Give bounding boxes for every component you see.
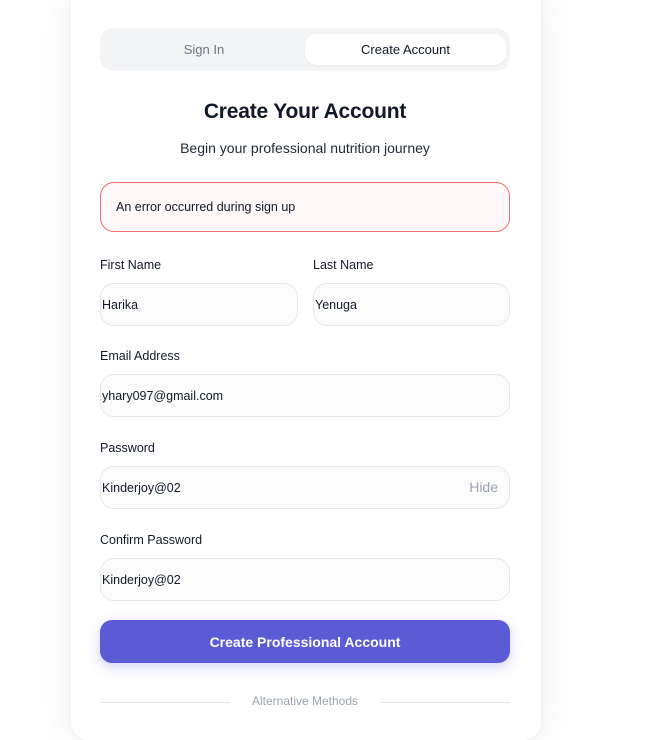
create-account-button[interactable]: Create Professional Account <box>100 620 510 663</box>
password-label: Password <box>100 441 155 455</box>
email-label: Email Address <box>100 349 180 363</box>
email-field[interactable]: yhary097@gmail.com <box>100 374 510 417</box>
last-name-label: Last Name <box>313 258 374 272</box>
error-message: An error occurred during sign up <box>116 200 296 214</box>
auth-tabs: Sign In Create Account <box>100 28 510 71</box>
error-alert: An error occurred during sign up <box>100 182 510 232</box>
first-name-label: First Name <box>100 258 162 272</box>
divider-label: Alternative Methods <box>251 694 359 708</box>
page-subtitle: Begin your professional nutrition journe… <box>180 140 430 156</box>
last-name-field[interactable]: Yenuga <box>313 283 510 326</box>
last-name-value: Yenuga <box>315 297 357 312</box>
confirm-password-field[interactable]: Kinderjoy@02 <box>100 558 510 601</box>
confirm-password-label: Confirm Password <box>100 533 203 547</box>
password-hide-toggle[interactable]: Hide <box>469 479 498 495</box>
alternative-methods-divider: Alternative Methods <box>100 692 510 712</box>
create-account-button-label: Create Professional Account <box>209 633 401 650</box>
password-value: Kinderjoy@02 <box>102 480 181 495</box>
password-field[interactable]: Kinderjoy@02 Hide <box>100 466 510 509</box>
tab-sign-in[interactable]: Sign In <box>104 34 304 65</box>
first-name-field[interactable]: Harika <box>100 283 298 326</box>
first-name-value: Harika <box>102 297 139 312</box>
page-title: Create Your Account <box>203 100 407 123</box>
tab-create-account[interactable]: Create Account <box>305 34 506 65</box>
confirm-password-value: Kinderjoy@02 <box>102 572 181 587</box>
email-value: yhary097@gmail.com <box>102 388 224 403</box>
